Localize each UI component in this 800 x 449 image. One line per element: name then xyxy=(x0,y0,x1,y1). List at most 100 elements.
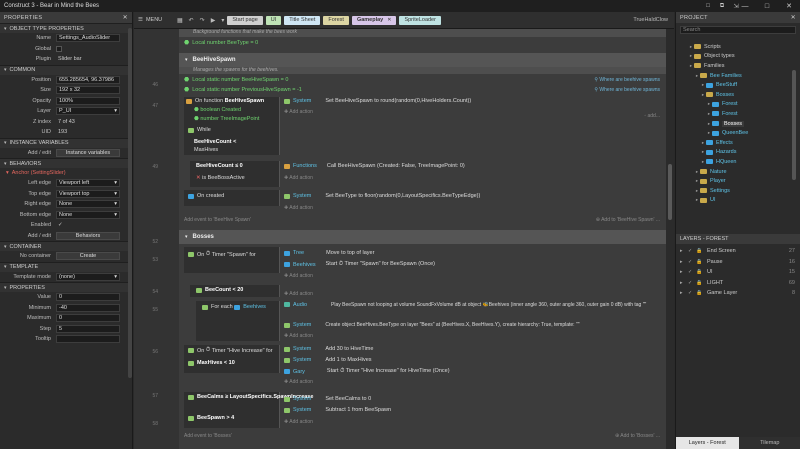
layer-select[interactable]: P_UI ▾ xyxy=(56,107,120,116)
lock-icon[interactable]: 🔒 xyxy=(696,280,702,286)
project-item[interactable]: ▸ Forest xyxy=(676,109,800,119)
window-layout-icon[interactable]: □ xyxy=(701,0,715,12)
layer-item[interactable]: ▸ ✓ 🔒 Pause 16 xyxy=(676,257,800,268)
add-action-link[interactable]: ✚ Add action xyxy=(284,205,313,211)
action-row[interactable]: System Set BeeHiveSpawn to round(random(0… xyxy=(284,98,471,104)
visible-checkbox[interactable]: ✓ xyxy=(688,259,694,265)
lock-icon[interactable]: 🔒 xyxy=(696,269,702,275)
add-to-group-link[interactable]: ⊕ Add to 'Bosses' ... xyxy=(615,433,660,439)
properties-scrollbar[interactable] xyxy=(128,28,132,378)
tab-forest[interactable]: Forest xyxy=(323,15,349,25)
param-created[interactable]: ⬣ boolean Created xyxy=(194,107,241,113)
add-action-link[interactable]: ✚ Add action xyxy=(284,291,313,297)
add-to-group-link[interactable]: ⊕ Add to 'BeeHive Spawn' ... xyxy=(596,217,660,223)
event-sheet-scrollbar[interactable] xyxy=(666,29,674,449)
add-event-link[interactable]: Add event to 'Bosses' xyxy=(184,433,232,439)
action-row[interactable]: Audio Play BeeSpawn not looping at volume… xyxy=(284,302,660,309)
project-item[interactable]: ▸ Player xyxy=(676,176,800,186)
minimize-icon[interactable]: — xyxy=(734,0,756,12)
project-item[interactable]: ▸ Scripts xyxy=(676,42,800,52)
layer-item[interactable]: ▸ ✓ 🔒 LIGHT 69 xyxy=(676,278,800,289)
right-edge-select[interactable]: None ▾ xyxy=(56,200,120,209)
section-object-type[interactable]: ▾ OBJECT TYPE PROPERTIES xyxy=(0,23,132,33)
condition-on-timer-hive[interactable]: On ⏱ Timer "Hive Increase" for xyxy=(188,347,273,354)
close-panel-icon[interactable]: ✕ xyxy=(791,14,796,21)
event-sheet[interactable]: 46 47 49 52 53 54 55 56 57 58 Background… xyxy=(134,29,666,449)
add-action-link[interactable]: ✚ Add action xyxy=(284,419,313,425)
action-row[interactable]: Gary Start ⏱ Timer "Hive Increase" for Hi… xyxy=(284,368,450,375)
undo-icon[interactable]: ↶ xyxy=(189,17,194,24)
bottom-edge-select[interactable]: None ▾ xyxy=(56,210,120,219)
project-item[interactable]: ▸ Families xyxy=(676,61,800,71)
local-variable[interactable]: ⬣ Local static number PreviousHiveSpawn =… xyxy=(184,85,666,94)
group-bosses[interactable]: ▾ Bosses xyxy=(179,230,666,244)
section-behaviors[interactable]: ▾ BEHAVIORS xyxy=(0,158,132,168)
project-item[interactable]: ▸ BeeStuff xyxy=(676,80,800,90)
action-row[interactable]: System Set BeeCalms to 0 xyxy=(284,396,371,402)
template-mode-select[interactable]: (none) ▾ xyxy=(56,272,120,281)
condition-foreach[interactable]: For each Beehives xyxy=(202,304,266,310)
action-row[interactable]: System Add 1 to MaxHives xyxy=(284,357,372,363)
section-properties[interactable]: ▾ PROPERTIES xyxy=(0,282,132,292)
condition-maxhives[interactable]: MaxHives < 10 xyxy=(188,360,235,366)
user-name[interactable]: TrueHaldClow xyxy=(633,17,668,23)
lock-icon[interactable]: 🔒 xyxy=(696,248,702,254)
project-item[interactable]: ▸ Bee Families xyxy=(676,71,800,81)
condition-beespawn[interactable]: BeeSpawn > 4 xyxy=(188,415,234,421)
lock-icon[interactable]: 🔒 xyxy=(696,259,702,265)
project-item[interactable]: ▸ Nature xyxy=(676,167,800,177)
action-row[interactable]: System Add 30 to HiveTime xyxy=(284,346,373,352)
action-row[interactable]: Functions Call BeeHiveSpawn (Created: Fal… xyxy=(284,163,465,169)
visible-checkbox[interactable]: ✓ xyxy=(688,269,694,275)
position-field[interactable]: 655.285654, 96.37986 xyxy=(56,75,120,84)
chevron-down-icon[interactable]: ▾ xyxy=(221,17,224,24)
opacity-field[interactable]: 100% xyxy=(56,96,120,105)
add-action-link[interactable]: ✚ Add action xyxy=(284,273,313,279)
minimum-field[interactable]: -40 xyxy=(56,303,120,312)
window-restore-icon[interactable]: ⧉ xyxy=(715,0,729,12)
tab-title-sheet[interactable]: Title Sheet xyxy=(284,15,321,25)
expand-icon[interactable]: ▸ xyxy=(680,280,686,286)
expand-icon[interactable]: ▸ xyxy=(680,248,686,254)
scrollbar-thumb[interactable] xyxy=(668,164,672,220)
step-field[interactable]: 5 xyxy=(56,324,120,333)
action-row[interactable]: System Set BeeType to floor(random(0,Layo… xyxy=(284,193,480,199)
global-checkbox[interactable] xyxy=(56,45,62,52)
tab-layers[interactable]: Layers - Forest xyxy=(676,437,739,449)
project-item[interactable]: ▸ Effects xyxy=(676,138,800,148)
add-action-link[interactable]: ✚ Add action xyxy=(284,175,313,181)
section-template[interactable]: ▾ TEMPLATE xyxy=(0,261,132,272)
tab-ui[interactable]: UI xyxy=(265,15,282,25)
expand-icon[interactable]: ▸ xyxy=(680,259,686,265)
add-event-link[interactable]: Add event to 'BeeHive Spawn' xyxy=(184,217,251,223)
project-item[interactable]: ▸ Object types xyxy=(676,52,800,62)
name-field[interactable]: Settings_AudioSlider xyxy=(56,34,120,43)
maximum-field[interactable]: 0 xyxy=(56,314,120,323)
layer-item[interactable]: ▸ ✓ 🔒 Game Layer 8 xyxy=(676,288,800,299)
local-variable[interactable]: ⬣ Local static number BeeHiveSpawn = 0 ⚲ W… xyxy=(184,75,666,84)
layer-item[interactable]: ▸ ✓ 🔒 UI 15 xyxy=(676,267,800,278)
visible-checkbox[interactable]: ✓ xyxy=(688,248,694,254)
condition-on-timer[interactable]: On ⏱ Timer "Spawn" for xyxy=(188,251,256,258)
condition-count-zero[interactable]: BeeHiveCount ≤ 0 xyxy=(196,163,243,169)
project-scrollbar[interactable] xyxy=(792,70,796,180)
tooltip-field[interactable] xyxy=(56,335,120,344)
action-row[interactable]: System Subtract 1 from BeeSpawn xyxy=(284,407,391,413)
project-search-input[interactable]: Search xyxy=(680,26,796,34)
close-panel-icon[interactable]: ✕ xyxy=(123,14,128,21)
instance-variables-button[interactable]: Instance variables xyxy=(56,148,120,157)
behavior-anchor[interactable]: ▾ Anchor (SettingSlider) xyxy=(0,168,132,178)
condition-beecount[interactable]: BeeCount < 20 xyxy=(196,287,243,293)
menu-button[interactable]: ☰ MENU xyxy=(134,17,174,23)
action-row[interactable]: System Create object BeeHives.BeeType on … xyxy=(284,322,580,328)
top-edge-select[interactable]: Viewport top ▾ xyxy=(56,189,120,198)
section-container[interactable]: ▾ CONTAINER xyxy=(0,241,132,251)
project-item[interactable]: ▸ Settings xyxy=(676,186,800,196)
condition-maxhives[interactable]: MaxHives xyxy=(194,147,218,153)
left-edge-select[interactable]: Viewport left ▾ xyxy=(56,179,120,188)
project-item[interactable]: ▸ Bosses xyxy=(676,90,800,100)
action-row[interactable]: Beehives Start ⏱ Timer "Spawn" for BeeSpa… xyxy=(284,261,435,268)
condition-while[interactable]: While xyxy=(188,127,211,133)
expand-icon[interactable]: ▸ xyxy=(680,290,686,296)
tab-gameplay[interactable]: Gameplay ✕ xyxy=(351,15,397,25)
